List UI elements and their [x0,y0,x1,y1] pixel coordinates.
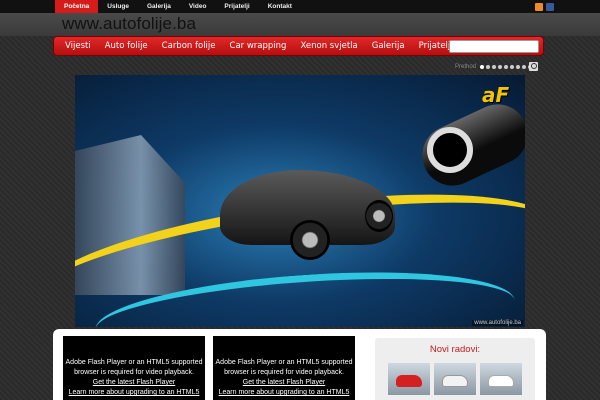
top-bar: Početna Usluge Galerija Video Prijatelji… [0,0,600,13]
main-navigation: Vijesti Auto folije Carbon folije Car wr… [53,36,544,56]
slider-dot[interactable] [498,65,503,69]
rss-icon[interactable] [535,3,543,11]
nav-galerija[interactable]: Galerija [365,41,412,51]
slider-dot[interactable] [486,65,491,69]
topnav-galerija[interactable]: Galerija [138,0,180,13]
top-navigation: Početna Usluge Galerija Video Prijatelji… [55,0,301,13]
content-panel: Adobe Flash Player or an HTML5 supported… [53,329,546,400]
nav-car-wrapping[interactable]: Car wrapping [223,41,294,51]
slider-dot[interactable] [522,65,527,69]
slider-dot[interactable] [510,65,515,69]
video-message-line: browser is required for video playback. [224,369,344,376]
topnav-usluge[interactable]: Usluge [98,0,138,13]
hero-car-wheel [365,200,393,232]
slider-dot[interactable] [480,65,485,69]
news-thumbnail[interactable] [480,363,522,395]
slider-dot[interactable] [516,65,521,69]
slider-dot[interactable] [492,65,497,69]
site-title[interactable]: www.autofolije.ba [62,14,196,34]
zoom-icon[interactable] [529,62,538,71]
car-image [442,375,468,387]
car-image [488,375,514,387]
news-box: Novi radovi: [375,338,535,400]
car-image [396,375,422,387]
nav-carbon-folije[interactable]: Carbon folije [155,41,223,51]
social-links [535,3,554,11]
news-thumbnail[interactable] [388,363,430,395]
news-title: Novi radovi: [429,344,481,355]
site-header: www.autofolije.ba [0,13,600,36]
search-input[interactable] [449,40,539,53]
topnav-pocetna[interactable]: Početna [55,0,99,13]
topnav-video[interactable]: Video [180,0,216,13]
hero-foil-roll-end [427,127,473,173]
flash-player-link[interactable]: Get the latest Flash Player [63,378,205,388]
slider-dots [480,65,533,69]
nav-auto-folije[interactable]: Auto folije [98,41,155,51]
topnav-prijatelji[interactable]: Prijatelji [215,0,258,13]
video-message-line: Adobe Flash Player or an HTML5 supported [65,359,203,366]
slider-dot[interactable] [504,65,509,69]
hero-logo: aF [482,83,510,107]
html5-upgrade-link[interactable]: Learn more about upgrading to an HTML5 [63,388,205,398]
news-thumbnail[interactable] [434,363,476,395]
facebook-icon[interactable] [546,3,554,11]
video-message-line: browser is required for video playback. [74,369,194,376]
nav-xenon-svjetla[interactable]: Xenon svjetla [293,41,364,51]
html5-upgrade-link[interactable]: Learn more about upgrading to an HTML5 [213,388,355,398]
nav-vijesti[interactable]: Vijesti [58,41,98,51]
topnav-kontakt[interactable]: Kontakt [259,0,301,13]
video-player[interactable]: Adobe Flash Player or an HTML5 supported… [213,336,355,400]
slider-controls: Prethod [455,62,540,72]
video-player[interactable]: Adobe Flash Player or an HTML5 supported… [63,336,205,400]
news-thumbnails [375,363,535,395]
hero-slide-image[interactable]: aF www.autofolije.ba [75,75,525,327]
video-message-line: Adobe Flash Player or an HTML5 supported [215,359,353,366]
slider-prev-label[interactable]: Prethod [455,64,476,70]
hero-watermark: www.autofolije.ba [472,320,523,326]
hero-car-wheel [290,220,330,260]
flash-player-link[interactable]: Get the latest Flash Player [213,378,355,388]
